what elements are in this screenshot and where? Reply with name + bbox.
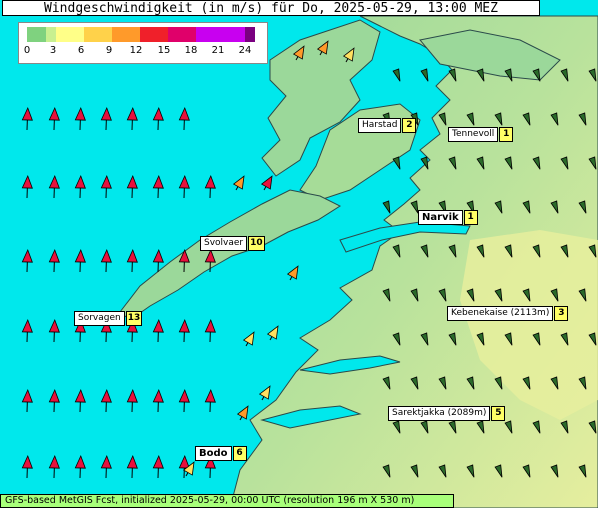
location-sarektjakka[interactable]: Sarektjakka (2089m) 5: [388, 406, 506, 421]
location-bodo[interactable]: Bodo 6: [195, 446, 247, 461]
location-wind-value: 3: [554, 306, 569, 321]
map-title: Windgeschwindigkeit (in m/s) für Do, 202…: [2, 0, 540, 16]
legend-swatch: [245, 27, 255, 42]
location-sorvagen[interactable]: Sorvagen 13: [74, 311, 143, 326]
legend-tick: 21: [211, 45, 225, 56]
legend-tick: 12: [129, 45, 143, 56]
legend-color-bar: [27, 27, 255, 42]
location-name: Narvik: [418, 210, 463, 225]
legend-swatch: [196, 27, 245, 42]
location-name: Sorvagen: [74, 311, 125, 326]
legend-swatch: [46, 27, 56, 42]
legend-tick: 9: [105, 45, 113, 56]
location-kebenekaise[interactable]: Kebenekaise (2113m) 3: [447, 306, 569, 321]
legend-swatch: [27, 27, 46, 42]
legend-tick: 0: [23, 45, 31, 56]
legend-swatch: [112, 27, 140, 42]
legend-tick: 18: [184, 45, 198, 56]
location-harstad[interactable]: Harstad 2: [358, 118, 417, 133]
location-name: Kebenekaise (2113m): [447, 306, 554, 321]
location-wind-value: 1: [463, 210, 478, 225]
location-name: Tennevoll: [448, 127, 499, 142]
legend-tick: 15: [157, 45, 171, 56]
location-narvik[interactable]: Narvik 1: [418, 210, 478, 225]
location-wind-value: 1: [499, 127, 514, 142]
location-wind-value: 10: [248, 236, 265, 251]
location-tennevoll[interactable]: Tennevoll 1: [448, 127, 514, 142]
location-name: Svolvaer: [200, 236, 248, 251]
location-name: Sarektjakka (2089m): [388, 406, 491, 421]
location-wind-value: 13: [125, 311, 143, 326]
legend-swatch: [140, 27, 168, 42]
legend-tick: 3: [49, 45, 57, 56]
location-svolvaer[interactable]: Svolvaer 10: [200, 236, 265, 251]
location-wind-value: 6: [232, 446, 247, 461]
location-wind-value: 2: [402, 118, 417, 133]
location-wind-value: 5: [491, 406, 506, 421]
wind-map: [0, 0, 598, 508]
legend-swatch: [56, 27, 84, 42]
location-name: Bodo: [195, 446, 232, 461]
wind-speed-legend: 0 3 6 9 12 15 18 21 24: [18, 22, 268, 64]
legend-swatch: [168, 27, 196, 42]
legend-tick: 24: [238, 45, 252, 56]
legend-swatch: [84, 27, 112, 42]
location-name: Harstad: [358, 118, 402, 133]
legend-tick: 6: [77, 45, 85, 56]
forecast-footer: GFS-based MetGIS Fcst, initialized 2025-…: [0, 494, 454, 508]
